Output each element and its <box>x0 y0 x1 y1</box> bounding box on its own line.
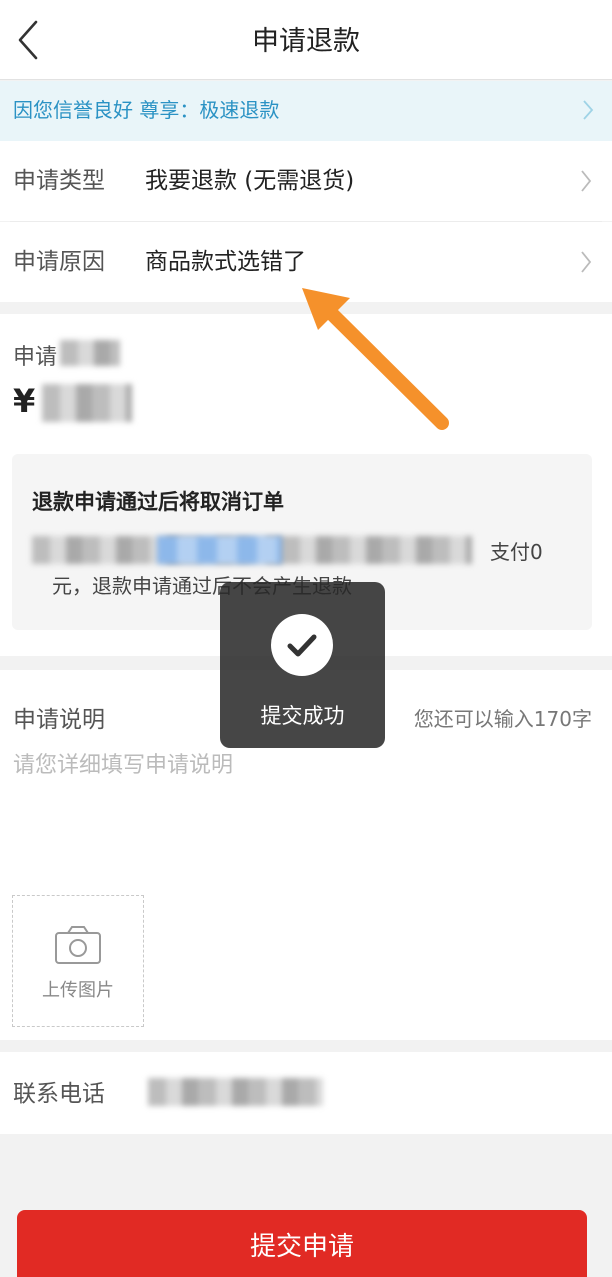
check-icon <box>271 614 333 676</box>
toast-text: 提交成功 <box>260 704 345 728</box>
success-toast: 提交成功 <box>220 582 385 748</box>
